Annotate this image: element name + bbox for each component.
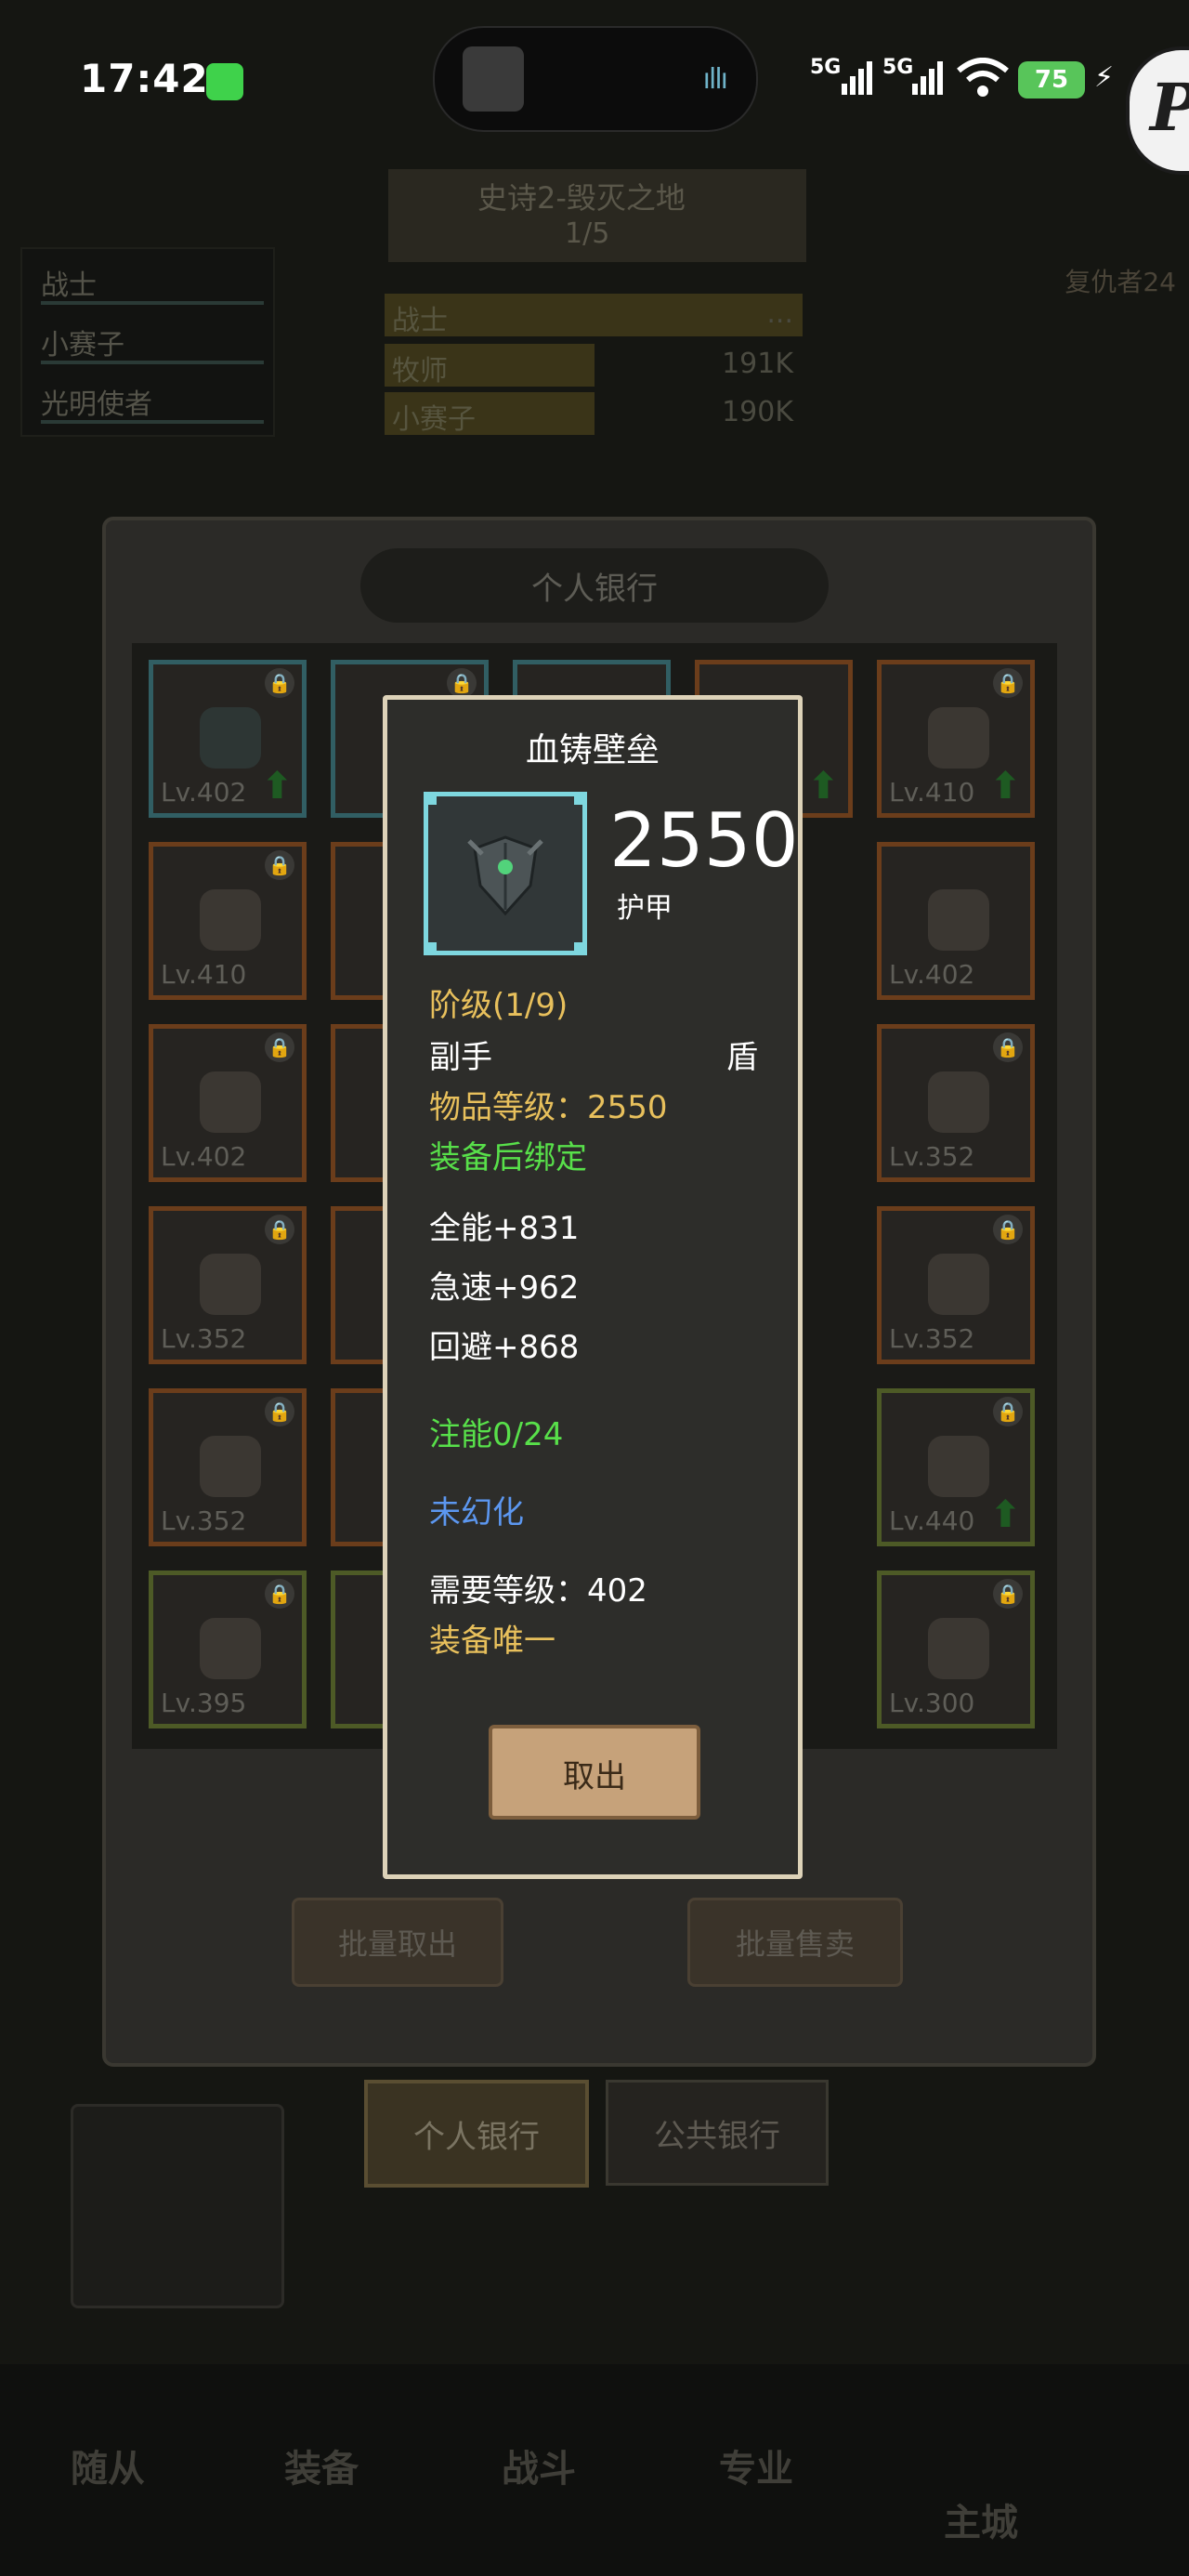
tab-public-bank[interactable]: 公共银行 (606, 2080, 829, 2186)
item-icon (928, 707, 989, 769)
bank-slot[interactable]: 🔒 Lv.352 (877, 1024, 1035, 1182)
stat-haste: 急速+962 (429, 1269, 580, 1307)
lock-icon: 🔒 (993, 1032, 1023, 1062)
lock-icon: 🔒 (265, 1032, 294, 1062)
dps-row: 牧师 191K (385, 344, 803, 388)
item-icon (200, 889, 261, 951)
armor-value: 2550 (609, 797, 799, 884)
floating-assistant-button[interactable]: P (1126, 46, 1189, 175)
dynamic-island[interactable]: ıllı (433, 26, 758, 132)
lock-icon: 🔒 (265, 850, 294, 880)
withdraw-button[interactable]: 取出 (489, 1725, 700, 1820)
item-tier: 阶级(1/9) (429, 987, 568, 1024)
item-name: 血铸壁垒 (525, 731, 660, 769)
party-member[interactable]: 光明使者 (41, 381, 152, 422)
infuse-status: 注能0/24 (429, 1416, 564, 1453)
upgrade-arrow-icon: ⬆ (807, 765, 839, 808)
lock-icon: 🔒 (265, 668, 294, 698)
wifi-icon (957, 58, 1009, 99)
bottom-nav: 随从 装备 战斗 专业 主城 (0, 2364, 1189, 2576)
item-icon (928, 1254, 989, 1315)
battery-saver-icon (206, 63, 243, 100)
nav-equipment[interactable]: 装备 (284, 2438, 359, 2492)
battery-indicator: 75 (1018, 61, 1085, 99)
lock-icon: 🔒 (447, 668, 477, 698)
status-time: 17:42 (80, 56, 209, 101)
signal-bars-icon (842, 61, 873, 95)
party-list[interactable]: 战士 小赛子 光明使者 (20, 247, 275, 437)
lock-icon: 🔒 (265, 1397, 294, 1426)
item-icon (200, 1618, 261, 1679)
item-icon (928, 1436, 989, 1497)
stat-avoidance: 回避+868 (429, 1329, 580, 1366)
audio-wave-icon: ıllı (702, 63, 728, 96)
pet-portrait[interactable] (71, 2104, 284, 2308)
upgrade-arrow-icon: ⬆ (989, 1493, 1021, 1536)
enemy-label: 复仇者24 (1065, 267, 1176, 297)
dps-row: 小赛子 190K (385, 392, 803, 436)
unique-equip: 装备唯一 (429, 1623, 555, 1660)
media-thumbnail-icon (463, 46, 524, 112)
shield-icon (467, 835, 543, 916)
item-level: 物品等级：2550 (429, 1089, 668, 1126)
item-slot: 副手 (429, 1039, 492, 1076)
bank-slot[interactable]: 🔒 Lv.352 (149, 1388, 307, 1546)
stat-versatility: 全能+831 (429, 1210, 580, 1247)
item-icon (200, 1254, 261, 1315)
party-member[interactable]: 小赛子 (41, 322, 124, 362)
signal-5g-label-1: 5G (810, 56, 842, 79)
item-icon (200, 1071, 261, 1133)
bank-slot[interactable]: 🔒 Lv.352 (877, 1206, 1035, 1364)
bank-slot[interactable]: 🔒 Lv.410 ⬆ (877, 660, 1035, 818)
quest-banner[interactable]: 史诗2-毁灭之地 1/5 (388, 169, 806, 262)
quest-title: 史诗2-毁灭之地 (477, 180, 686, 216)
quest-progress: 1/5 (565, 217, 610, 250)
bank-slot[interactable]: 🔒 Lv.402 (149, 1024, 307, 1182)
item-icon (928, 1618, 989, 1679)
bank-slot[interactable]: Lv.402 (877, 842, 1035, 1000)
batch-sell-button[interactable]: 批量售卖 (687, 1898, 903, 1987)
armor-label: 护甲 (617, 892, 673, 925)
signal-5g-label-2: 5G (882, 56, 914, 79)
dps-row: 战士... (385, 294, 803, 337)
required-level: 需要等级：402 (429, 1572, 647, 1610)
nav-followers[interactable]: 随从 (71, 2438, 145, 2492)
batch-withdraw-button[interactable]: 批量取出 (292, 1898, 503, 1987)
upgrade-arrow-icon: ⬆ (989, 765, 1021, 808)
lock-icon: 🔒 (265, 1215, 294, 1244)
nav-profession[interactable]: 专业 (719, 2438, 793, 2492)
bank-slot[interactable]: 🔒 Lv.402 ⬆ (149, 660, 307, 818)
lock-icon: 🔒 (993, 1397, 1023, 1426)
lock-icon: 🔒 (993, 1215, 1023, 1244)
tab-personal-bank[interactable]: 个人银行 (364, 2080, 589, 2188)
bank-slot[interactable]: 🔒 Lv.440 ⬆ (877, 1388, 1035, 1546)
bank-slot[interactable]: 🔒 Lv.352 (149, 1206, 307, 1364)
bank-title: 个人银行 (360, 548, 829, 623)
upgrade-arrow-icon: ⬆ (261, 765, 293, 808)
bank-slot[interactable]: 🔒 Lv.410 (149, 842, 307, 1000)
lock-icon: 🔒 (265, 1579, 294, 1609)
lock-icon: 🔒 (993, 1579, 1023, 1609)
bank-slot[interactable]: 🔒 Lv.395 (149, 1571, 307, 1728)
bind-status: 装备后绑定 (429, 1139, 587, 1176)
item-icon (200, 707, 261, 769)
nav-main-city[interactable]: 主城 (944, 2492, 1018, 2546)
lock-icon: 🔒 (993, 668, 1023, 698)
signal-bars-icon (912, 61, 944, 95)
item-type: 盾 (726, 1039, 758, 1076)
party-member[interactable]: 战士 (41, 262, 97, 303)
transmog-status: 未幻化 (429, 1494, 524, 1531)
item-icon (928, 1071, 989, 1133)
item-icon (928, 889, 989, 951)
item-icon-frame (424, 792, 587, 955)
item-icon (200, 1436, 261, 1497)
charging-bolt-icon: ⚡ (1094, 61, 1115, 94)
bank-slot[interactable]: 🔒 Lv.300 (877, 1571, 1035, 1728)
nav-battle[interactable]: 战斗 (502, 2438, 576, 2492)
